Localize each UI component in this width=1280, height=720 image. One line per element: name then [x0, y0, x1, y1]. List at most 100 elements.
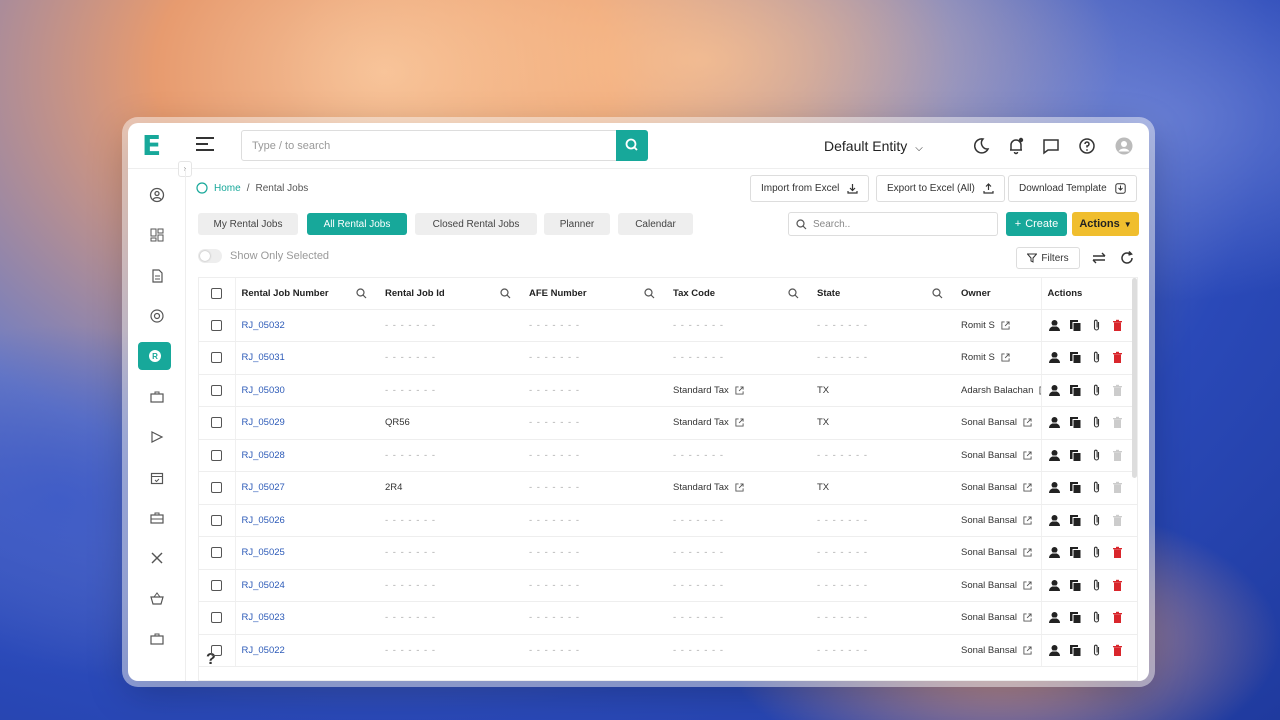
tab-closed-rental-jobs[interactable]: Closed Rental Jobs: [415, 213, 537, 235]
assign-icon[interactable]: [1048, 481, 1061, 494]
tab-my-rental-jobs[interactable]: My Rental Jobs: [198, 213, 298, 235]
attachment-icon[interactable]: [1090, 481, 1103, 494]
table-row[interactable]: RJ_05028 - - - - - - - - - - - - - - - - - …: [199, 439, 1137, 472]
col-state[interactable]: State: [811, 278, 955, 310]
external-link-icon[interactable]: [1023, 483, 1032, 492]
table-row[interactable]: RJ_05031 - - - - - - - - - - - - - - - - - …: [199, 341, 1137, 375]
job-number-link[interactable]: RJ_05027: [242, 482, 285, 493]
copy-icon[interactable]: [1069, 384, 1082, 397]
external-link-icon[interactable]: [1023, 451, 1032, 460]
attachment-icon[interactable]: [1090, 449, 1103, 462]
assign-icon[interactable]: [1048, 416, 1061, 429]
copy-icon[interactable]: [1069, 579, 1082, 592]
col-rental-job-id[interactable]: Rental Job Id: [379, 278, 523, 310]
assign-icon[interactable]: [1048, 579, 1061, 592]
external-link-icon[interactable]: [1023, 581, 1032, 590]
row-checkbox[interactable]: [211, 612, 223, 624]
row-checkbox[interactable]: [211, 547, 223, 559]
delete-icon[interactable]: [1111, 611, 1124, 624]
export-excel-button[interactable]: Export to Excel (All): [876, 175, 1005, 202]
table-row[interactable]: RJ_05022 - - - - - - - - - - - - - - - - - …: [199, 634, 1137, 667]
col-tax-code[interactable]: Tax Code: [667, 278, 811, 310]
copy-icon[interactable]: [1069, 351, 1082, 365]
delete-icon[interactable]: [1111, 579, 1124, 592]
table-row[interactable]: RJ_05026 - - - - - - - - - - - - - - - - - …: [199, 504, 1137, 537]
job-number-link[interactable]: RJ_05026: [242, 515, 285, 526]
entity-selector[interactable]: Default Entity ⌵: [824, 138, 923, 154]
col-owner[interactable]: Owner: [955, 278, 1042, 310]
tab-calendar[interactable]: Calendar: [618, 213, 693, 235]
attachment-icon[interactable]: [1090, 351, 1103, 364]
copy-icon[interactable]: [1069, 481, 1082, 495]
table-row[interactable]: RJ_05024 - - - - - - - - - - - - - - - - - …: [199, 569, 1137, 602]
table-row[interactable]: RJ_05023 - - - - - - - - - - - - - - - - - …: [199, 601, 1137, 635]
table-search-input[interactable]: Search..: [788, 212, 998, 236]
attachment-icon[interactable]: [1090, 319, 1103, 332]
copy-icon[interactable]: [1069, 319, 1082, 332]
delete-icon[interactable]: [1111, 514, 1124, 527]
attachment-icon[interactable]: [1090, 514, 1103, 527]
row-checkbox[interactable]: [211, 352, 223, 364]
copy-icon[interactable]: [1069, 514, 1082, 527]
delete-icon[interactable]: [1111, 546, 1124, 559]
sidebar-item-tools[interactable]: [142, 544, 172, 572]
table-row[interactable]: RJ_05027 2R4 - - - - - - - Standard Tax TX So…: [199, 471, 1137, 505]
attachment-icon[interactable]: [1090, 384, 1103, 397]
breadcrumb-home[interactable]: Home: [214, 183, 241, 194]
assign-icon[interactable]: [1048, 319, 1061, 332]
col-rental-job-number[interactable]: Rental Job Number: [235, 278, 379, 310]
assign-icon[interactable]: [1048, 611, 1061, 624]
column-search-icon[interactable]: [356, 288, 367, 299]
menu-toggle-button[interactable]: [196, 137, 214, 155]
column-search-icon[interactable]: [932, 288, 943, 299]
table-row[interactable]: RJ_05030 - - - - - - - - - - - - - - Standa…: [199, 374, 1137, 407]
copy-icon[interactable]: [1069, 449, 1082, 462]
row-checkbox[interactable]: [211, 417, 223, 429]
filters-button[interactable]: Filters: [1016, 247, 1080, 269]
column-search-icon[interactable]: [788, 288, 799, 299]
app-logo[interactable]: E: [142, 132, 168, 160]
copy-icon[interactable]: [1069, 644, 1082, 657]
job-number-link[interactable]: RJ_05030: [242, 385, 285, 396]
external-link-icon[interactable]: [1023, 613, 1032, 622]
job-number-link[interactable]: RJ_05023: [242, 612, 285, 623]
row-checkbox[interactable]: [211, 482, 223, 494]
sidebar-item-dashboard[interactable]: [142, 221, 172, 249]
refresh-icon[interactable]: [1118, 249, 1136, 267]
col-afe-number[interactable]: AFE Number: [523, 278, 667, 310]
sidebar-item-inventory[interactable]: [142, 504, 172, 532]
attachment-icon[interactable]: [1090, 644, 1103, 657]
dark-mode-icon[interactable]: [971, 136, 991, 156]
external-link-icon[interactable]: [1023, 516, 1032, 525]
swap-columns-icon[interactable]: [1090, 249, 1108, 267]
row-checkbox[interactable]: [211, 514, 223, 526]
sidebar-item-jobs[interactable]: [142, 383, 172, 411]
sidebar-item-rental[interactable]: R: [138, 342, 171, 370]
row-checkbox[interactable]: [211, 579, 223, 591]
job-number-link[interactable]: RJ_05031: [242, 352, 285, 363]
row-checkbox[interactable]: [211, 319, 223, 331]
delete-icon[interactable]: [1111, 481, 1124, 494]
row-checkbox[interactable]: [211, 384, 223, 396]
assign-icon[interactable]: [1048, 644, 1061, 657]
global-search-input[interactable]: Type / to search: [241, 130, 617, 161]
copy-icon[interactable]: [1069, 546, 1082, 560]
job-number-link[interactable]: RJ_05028: [242, 450, 285, 461]
delete-icon[interactable]: [1111, 384, 1124, 397]
tab-planner[interactable]: Planner: [544, 213, 610, 235]
assign-icon[interactable]: [1048, 449, 1061, 462]
sidebar-item-orders[interactable]: [142, 585, 172, 613]
bell-icon[interactable]: [1006, 136, 1026, 156]
job-number-link[interactable]: RJ_05025: [242, 547, 285, 558]
assign-icon[interactable]: [1048, 514, 1061, 527]
download-template-button[interactable]: Download Template: [1008, 175, 1137, 202]
table-row[interactable]: RJ_05029 QR56 - - - - - - - Standard Tax TX S…: [199, 406, 1137, 440]
column-search-icon[interactable]: [500, 288, 511, 299]
external-link-icon[interactable]: [1023, 418, 1032, 427]
select-all-checkbox[interactable]: [211, 287, 223, 299]
external-link-icon[interactable]: [735, 483, 744, 492]
job-number-link[interactable]: RJ_05032: [242, 320, 285, 331]
table-row[interactable]: RJ_05032 - - - - - - - - - - - - - - - - - …: [199, 309, 1137, 342]
import-excel-button[interactable]: Import from Excel: [750, 175, 870, 202]
user-avatar-icon[interactable]: [1114, 136, 1134, 156]
